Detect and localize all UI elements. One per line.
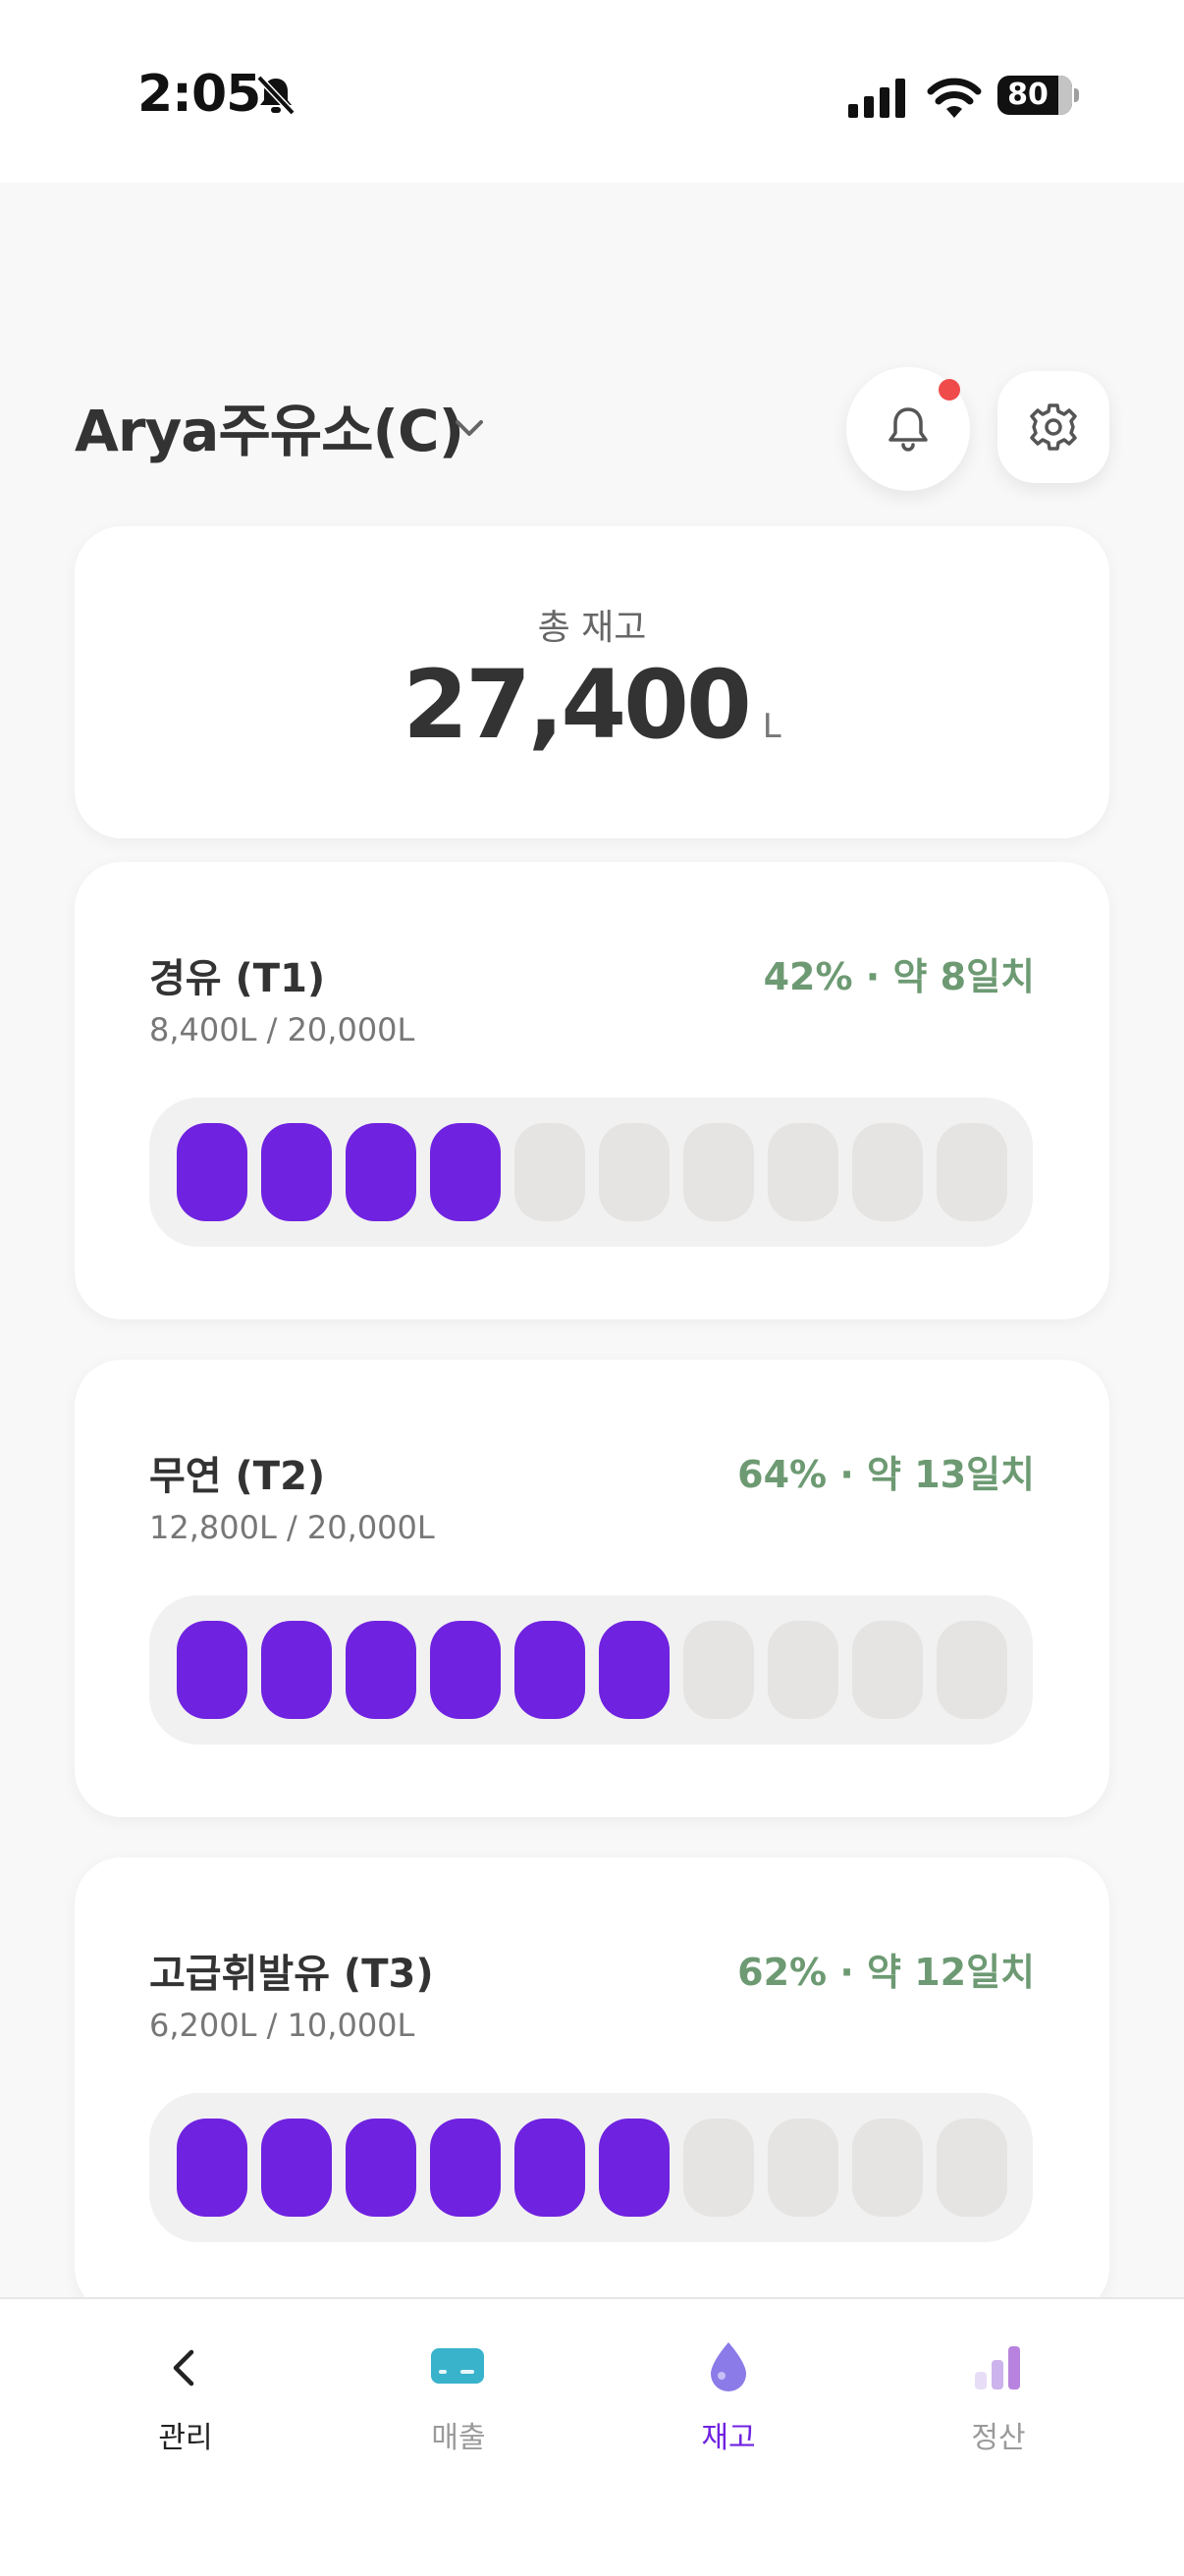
gauge-segment-empty: [852, 2119, 923, 2217]
nav-item-settlement[interactable]: 정산: [920, 2338, 1077, 2456]
gauge-segment-filled: [514, 1621, 585, 1719]
gauge-segment-empty: [683, 2119, 754, 2217]
gauge-segment-filled: [346, 2119, 416, 2217]
gauge-segment-filled: [430, 1123, 501, 1221]
tank-card[interactable]: 무연 (T2) 64% · 약 13일치 12,800L / 20,000L: [75, 1360, 1109, 1817]
tank-name: 무연 (T2): [149, 1454, 326, 1499]
gauge-segment-filled: [599, 2119, 670, 2217]
tank-level-gauge: [149, 2093, 1033, 2242]
gauge-segment-empty: [937, 1621, 1007, 1719]
nav-item-manage[interactable]: 관리: [107, 2338, 264, 2456]
tank-status: 64% · 약 13일치: [737, 1453, 1035, 1496]
nav-label: 관리: [158, 2421, 213, 2455]
gear-icon: [1030, 403, 1077, 451]
chevron-down-icon[interactable]: [448, 406, 491, 450]
gauge-segment-filled: [430, 1621, 501, 1719]
status-time: 2:05: [137, 65, 261, 124]
chevron-left-icon: [173, 2349, 194, 2387]
tank-name: 경유 (T1): [149, 956, 326, 1001]
tank-name: 고급휘발유 (T3): [149, 1952, 434, 1997]
nav-label: 매출: [431, 2421, 486, 2455]
tank-card[interactable]: 경유 (T1) 42% · 약 8일치 8,400L / 20,000L: [75, 862, 1109, 1319]
gauge-segment-empty: [514, 1123, 585, 1221]
settings-button[interactable]: [997, 371, 1109, 483]
nav-label: 정산: [971, 2421, 1026, 2455]
total-inventory-unit: L: [762, 707, 781, 746]
battery-icon: 80: [997, 76, 1079, 115]
notification-badge: [939, 379, 960, 401]
gauge-segment-empty: [937, 1123, 1007, 1221]
gauge-segment-empty: [768, 1621, 838, 1719]
gauge-segment-empty: [852, 1123, 923, 1221]
status-bar: 2:05 80: [0, 0, 1184, 183]
battery-empty-part: [1058, 76, 1072, 115]
gauge-segment-filled: [177, 2119, 247, 2217]
tank-capacity: 8,400L / 20,000L: [149, 1011, 415, 1048]
gauge-segment-filled: [261, 1621, 332, 1719]
gauge-segment-empty: [683, 1123, 754, 1221]
nav-item-inventory[interactable]: 재고: [650, 2338, 807, 2456]
gauge-segment-empty: [937, 2119, 1007, 2217]
tank-capacity: 12,800L / 20,000L: [149, 1509, 435, 1546]
bar-chart-icon: [975, 2346, 1020, 2389]
droplet-icon: [711, 2342, 746, 2391]
nav-label: 재고: [701, 2421, 756, 2455]
gauge-segment-filled: [177, 1621, 247, 1719]
gauge-segment-filled: [514, 2119, 585, 2217]
gauge-segment-filled: [346, 1123, 416, 1221]
battery-body: 80: [997, 76, 1072, 115]
bottom-navigation: 관리 매출 재고 정산: [0, 2297, 1184, 2576]
tank-status: 42% · 약 8일치: [763, 955, 1035, 998]
total-inventory-value: 27,400: [403, 650, 751, 760]
station-name[interactable]: Arya주유소(C): [75, 385, 464, 467]
gauge-segment-filled: [261, 2119, 332, 2217]
tank-capacity: 6,200L / 10,000L: [149, 2007, 415, 2044]
gauge-segment-empty: [599, 1123, 670, 1221]
gauge-segment-filled: [346, 1621, 416, 1719]
card-icon: [431, 2348, 484, 2384]
gauge-segment-empty: [768, 1123, 838, 1221]
gauge-segment-filled: [177, 1123, 247, 1221]
bell-icon: [888, 407, 928, 452]
cellular-signal-icon: [848, 79, 905, 118]
gauge-segment-filled: [261, 1123, 332, 1221]
gauge-segment-filled: [599, 1621, 670, 1719]
tank-status: 62% · 약 12일치: [737, 1951, 1035, 1994]
bell-slash-icon: [256, 75, 296, 116]
total-inventory-label: 총 재고: [537, 608, 647, 648]
tank-level-gauge: [149, 1098, 1033, 1247]
nav-item-sales[interactable]: 매출: [380, 2338, 537, 2456]
tank-level-gauge: [149, 1595, 1033, 1744]
total-inventory-row: 27,400 L: [75, 650, 1109, 760]
battery-level: 80: [1007, 78, 1049, 112]
battery-tip: [1074, 88, 1079, 102]
gauge-segment-empty: [683, 1621, 754, 1719]
total-inventory-card: 총 재고 27,400 L: [75, 526, 1109, 838]
wifi-icon: [927, 78, 982, 118]
gauge-segment-empty: [768, 2119, 838, 2217]
gauge-segment-empty: [852, 1621, 923, 1719]
gauge-segment-filled: [430, 2119, 501, 2217]
tank-card[interactable]: 고급휘발유 (T3) 62% · 약 12일치 6,200L / 10,000L: [75, 1857, 1109, 2315]
notification-button[interactable]: [846, 367, 970, 491]
